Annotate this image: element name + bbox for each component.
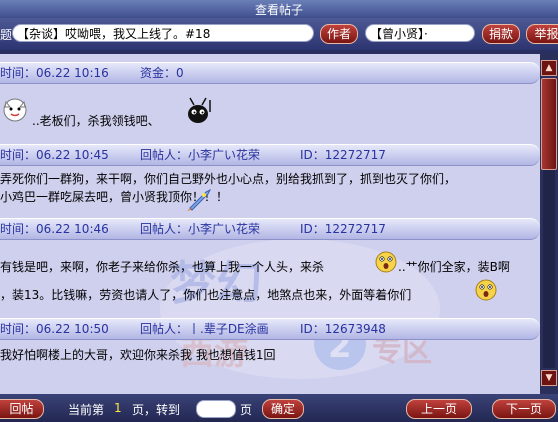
post-funds: 资金：0 (140, 66, 184, 80)
post-time: 时间：06.22 10:45 (0, 148, 109, 162)
topic-title-field: 【杂谈】哎呦喂，我又上线了。#18 (12, 24, 314, 42)
post-user-id: ID：12673948 (300, 322, 386, 336)
content-scrollbar[interactable]: ▲ ▼ (540, 54, 558, 394)
author-button[interactable]: 作者 (320, 24, 358, 44)
post-line: 有钱是吧，来啊，你老子来给你杀，也算上我一个人头，来杀 (0, 260, 325, 274)
report-button[interactable]: 举报 (526, 24, 558, 44)
donate-button[interactable]: 捐款 (482, 24, 520, 44)
scroll-down-arrow-icon[interactable]: ▼ (541, 370, 557, 386)
post-time: 时间：06.22 10:50 (0, 322, 109, 336)
post-header: 时间：06.22 10:46 回帖人：小李广い花荣 ID：12272717 (0, 218, 540, 240)
post-user-id: ID：12272717 (300, 148, 386, 162)
post-time: 时间：06.22 10:46 (0, 222, 109, 236)
post-body: 弄死你们一群狗，来干啊，你们自己野外也小心点，别给我抓到了，抓到也灭了你们， 小… (0, 170, 540, 212)
shocked-face-emoji-icon (475, 279, 497, 301)
post-replier: 回帖人：小李广い花荣 (140, 148, 261, 162)
goto-page-input[interactable] (196, 400, 236, 418)
post-replier: 回帖人：丨.辈子DE涂画 (140, 322, 269, 336)
post-line: 弄死你们一群狗，来干啊，你们自己野外也小心点，别给我抓到了，抓到也灭了你们， (0, 172, 457, 186)
current-page-number: 1 (114, 401, 122, 415)
post-line: ..老板们，杀我领钱吧、 (32, 114, 160, 128)
cat-face-emoji-icon (3, 98, 27, 122)
post-header: 时间：06.22 10:50 回帖人：丨.辈子DE涂画 ID：12673948 (0, 318, 540, 340)
topic-label: 题 (0, 28, 13, 42)
post-time: 时间：06.22 10:16 (0, 66, 109, 80)
current-page-prefix: 当前第 (68, 403, 105, 417)
post-line: 我好怕啊楼上的大哥，欢迎你来杀我 我也想值钱1回 (0, 348, 276, 362)
prev-page-button[interactable]: 上一页 (406, 399, 472, 419)
post-user-id: ID：12272717 (300, 222, 386, 236)
pager-bar: 回帖 当前第 1 页，转到 页 确定 上一页 下一页 (0, 394, 558, 422)
window-title: 查看帖子 (254, 3, 303, 17)
black-beetle-emoji-icon (188, 97, 211, 123)
scroll-up-arrow-icon[interactable]: ▲ (541, 60, 557, 76)
post-body: 我好怕啊楼上的大哥，欢迎你来杀我 我也想值钱1回 (0, 344, 540, 384)
post-header: 时间：06.22 10:16 资金：0 (0, 62, 540, 84)
topic-toolbar: 题 【杂谈】哎呦喂，我又上线了。#18 作者 【曾小贤】· 捐款 举报 (0, 18, 558, 50)
reply-button[interactable]: 回帖 (0, 399, 44, 419)
post-line: ，装13。比钱嘛，劳资也请人了，你们也注意点，地煞点也来，外面等着你们 (0, 288, 412, 302)
post-line: ..艹你们全家，装B啊 (398, 260, 510, 274)
goto-page-label: 页，转到 (132, 403, 181, 417)
post-header: 时间：06.22 10:45 回帖人：小李广い花荣 ID：12272717 (0, 144, 540, 166)
post-body: ..老板们，杀我领钱吧、 (0, 90, 540, 146)
post-replier: 回帖人：小李广い花荣 (140, 222, 261, 236)
shuttle-emoji-icon (187, 188, 212, 211)
author-name-field: 【曾小贤】· (365, 24, 475, 42)
confirm-button[interactable]: 确定 (262, 399, 304, 419)
next-page-button[interactable]: 下一页 (492, 399, 556, 419)
scroll-thumb[interactable] (541, 78, 557, 170)
shocked-face-emoji-icon (375, 251, 397, 273)
window-titlebar: 查看帖子 (0, 0, 558, 19)
post-body: 有钱是吧，来啊，你老子来给你杀，也算上我一个人头，来杀 ..艹你们全家，装B啊 … (0, 251, 540, 312)
page-suffix-label: 页 (240, 403, 253, 417)
thread-content: 梦幻 西游 2 专区 时间：06.22 10:16 资金：0 ..老板们，杀我领… (0, 54, 540, 394)
